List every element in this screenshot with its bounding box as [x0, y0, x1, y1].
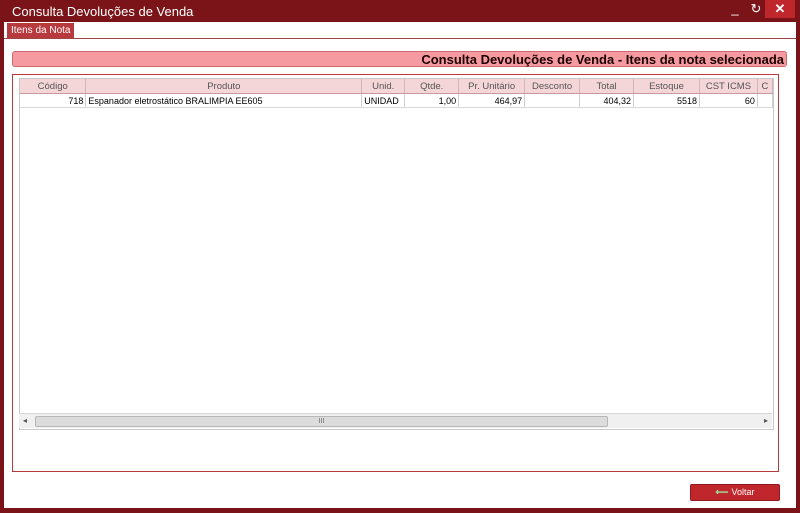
section-header: Consulta Devoluções de Venda - Itens da … [12, 51, 787, 67]
cell-total: 404,32 [579, 93, 635, 108]
scroll-right-icon[interactable]: ▸ [760, 414, 772, 428]
cell-pr-unitario: 464,97 [458, 93, 526, 108]
horizontal-scrollbar[interactable]: ◂ III ▸ [19, 413, 772, 428]
tab-itens-da-nota[interactable]: Itens da Nota [7, 23, 75, 38]
column-header-total[interactable]: Total [579, 79, 635, 94]
voltar-button[interactable]: ⟵ Voltar [690, 484, 780, 501]
column-header-truncated[interactable]: C [757, 79, 773, 94]
cell-desconto [524, 93, 581, 108]
cell-truncated [757, 93, 773, 108]
cell-produto: Espanador eletrostático BRALIMPIA EE605 [85, 93, 363, 108]
cell-cst-icms: 60 [699, 93, 758, 108]
items-table: Código Produto Unid. Qtde. Pr. Unitário … [20, 79, 773, 108]
column-header-pr-unitario[interactable]: Pr. Unitário [458, 79, 526, 94]
cell-codigo: 718 [20, 93, 87, 108]
column-header-codigo[interactable]: Código [20, 79, 87, 94]
client-area: Itens da Nota Consulta Devoluções de Ven… [4, 22, 796, 508]
items-grid: Código Produto Unid. Qtde. Pr. Unitário … [19, 78, 774, 430]
column-header-unid[interactable]: Unid. [361, 79, 406, 94]
column-header-cst-icms[interactable]: CST ICMS [699, 79, 758, 94]
window-title: Consulta Devoluções de Venda [12, 4, 194, 19]
table-row[interactable]: 718 Espanador eletrostático BRALIMPIA EE… [20, 93, 773, 108]
title-bar: Consulta Devoluções de Venda _ ↻ ✕ [0, 0, 800, 22]
voltar-label: Voltar [731, 487, 755, 497]
minimize-icon[interactable]: _ [724, 0, 746, 18]
column-header-qtde[interactable]: Qtde. [404, 79, 460, 94]
items-panel: Código Produto Unid. Qtde. Pr. Unitário … [12, 74, 779, 472]
cell-qtde: 1,00 [404, 93, 460, 108]
refresh-icon[interactable]: ↻ [745, 0, 767, 18]
column-header-desconto[interactable]: Desconto [524, 79, 581, 94]
column-header-produto[interactable]: Produto [85, 79, 363, 94]
scroll-left-icon[interactable]: ◂ [19, 414, 31, 428]
close-icon[interactable]: ✕ [765, 0, 795, 18]
cell-unid: UNIDAD [361, 93, 406, 108]
table-header-row: Código Produto Unid. Qtde. Pr. Unitário … [20, 79, 773, 94]
app-window: Consulta Devoluções de Venda _ ↻ ✕ Itens… [0, 0, 800, 513]
scroll-thumb[interactable]: III [35, 416, 608, 427]
cell-estoque: 5518 [633, 93, 700, 108]
tab-strip: Itens da Nota [4, 22, 796, 39]
column-header-estoque[interactable]: Estoque [633, 79, 700, 94]
arrow-left-icon: ⟵ [715, 487, 729, 497]
